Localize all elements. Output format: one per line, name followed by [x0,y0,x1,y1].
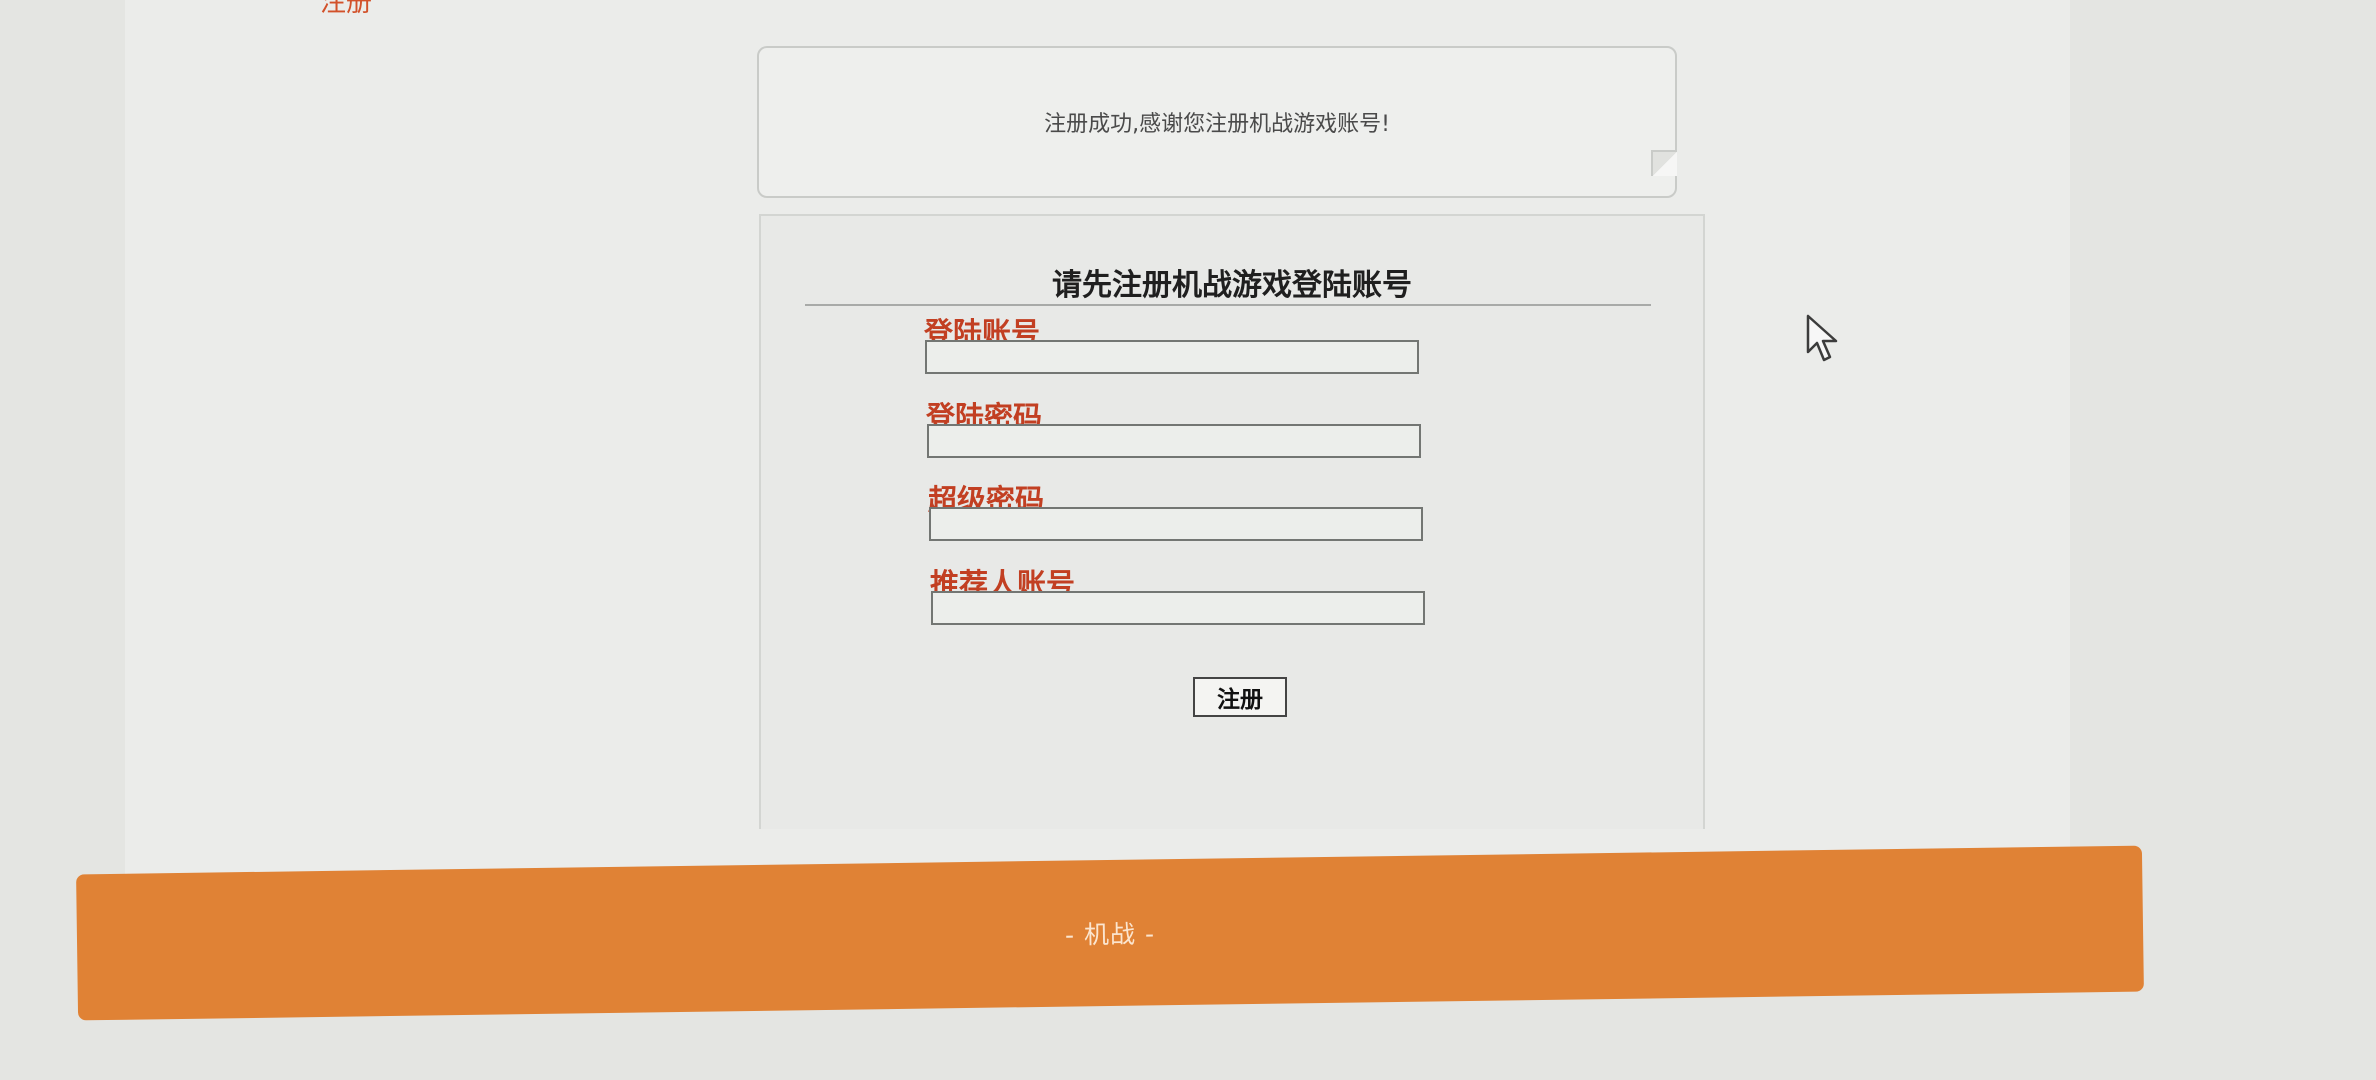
success-notice-message: 注册成功,感谢您注册机战游戏账号! [1044,112,1390,137]
footer-bar: - 机战 - [76,845,2144,1021]
registration-form-panel: 请先注册机战游戏登陆账号 登陆账号 登陆密码 超级密码 推荐人账号 注册 [759,214,1705,829]
register-button[interactable]: 注册 [1193,677,1287,717]
form-title: 请先注册机战游戏登陆账号 [1052,268,1412,303]
referrer-account-input[interactable] [931,591,1425,625]
footer-text: - 机战 - [1064,919,1156,950]
login-account-input[interactable] [925,340,1419,374]
success-notice-box: 注册成功,感谢您注册机战游戏账号! [757,46,1677,198]
mouse-pointer-icon [1806,314,1838,362]
top-register-link[interactable]: 注册 [320,0,372,19]
paper-fold-icon [1651,150,1677,176]
super-password-input[interactable] [929,507,1423,541]
page-container: 注册 注册成功,感谢您注册机战游戏账号! 请先注册机战游戏登陆账号 登陆账号 登… [125,0,2070,885]
login-password-input[interactable] [927,424,1421,458]
title-divider [805,304,1651,306]
